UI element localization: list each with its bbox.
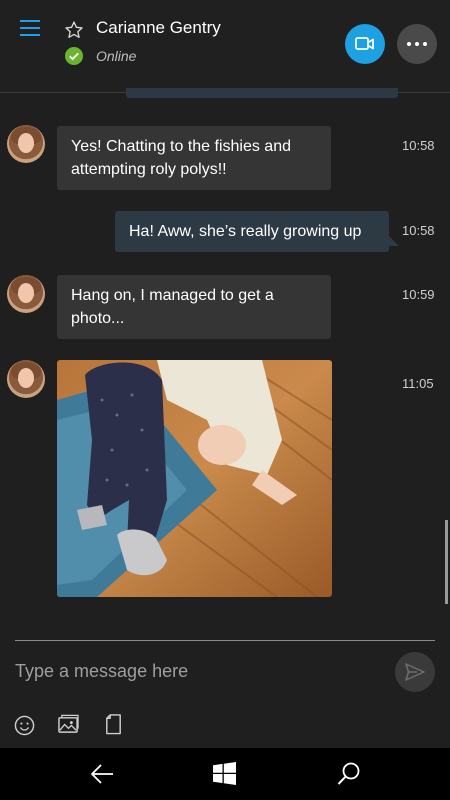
message-timestamp: 10:58 — [402, 138, 435, 153]
message-bubble-outgoing[interactable]: Ha! Aww, she’s really growing up — [115, 211, 389, 252]
online-check-icon — [65, 47, 83, 65]
windows-start-icon[interactable] — [213, 762, 236, 785]
contact-avatar[interactable] — [7, 360, 45, 398]
hamburger-menu-icon[interactable] — [20, 18, 40, 36]
system-navigation-bar — [0, 748, 450, 800]
send-icon — [405, 663, 425, 681]
conversation-scrollbar[interactable] — [445, 520, 448, 604]
message-input[interactable] — [15, 654, 375, 688]
contact-avatar[interactable] — [7, 125, 45, 163]
message-bubble-incoming[interactable]: Yes! Chatting to the fishies and attempt… — [57, 126, 331, 190]
shared-photo[interactable] — [57, 360, 332, 597]
video-call-button[interactable] — [345, 24, 385, 64]
send-button[interactable] — [395, 652, 435, 692]
composer-divider — [15, 640, 435, 641]
video-call-icon — [355, 37, 374, 50]
shared-photo-image — [57, 360, 332, 597]
back-arrow-icon[interactable] — [90, 763, 114, 785]
outgoing-bubble-tail — [389, 236, 399, 246]
message-bubble-incoming[interactable]: Hang on, I managed to get a photo... — [57, 275, 331, 339]
presence-status: Online — [96, 48, 137, 64]
search-icon[interactable] — [337, 762, 360, 786]
emoji-icon[interactable] — [14, 715, 35, 736]
photo-gallery-icon[interactable] — [58, 714, 79, 735]
message-timestamp: 10:58 — [402, 223, 435, 238]
message-timestamp: 11:05 — [402, 376, 434, 391]
contact-avatar[interactable] — [7, 275, 45, 313]
file-icon[interactable] — [105, 714, 122, 735]
message-timestamp: 10:59 — [402, 287, 435, 302]
contact-name[interactable]: Carianne Gentry — [96, 18, 221, 38]
chat-header: Carianne Gentry Online — [0, 0, 450, 92]
previous-message-edge — [126, 88, 398, 98]
star-icon[interactable] — [64, 20, 84, 40]
more-options-button[interactable] — [397, 24, 437, 64]
